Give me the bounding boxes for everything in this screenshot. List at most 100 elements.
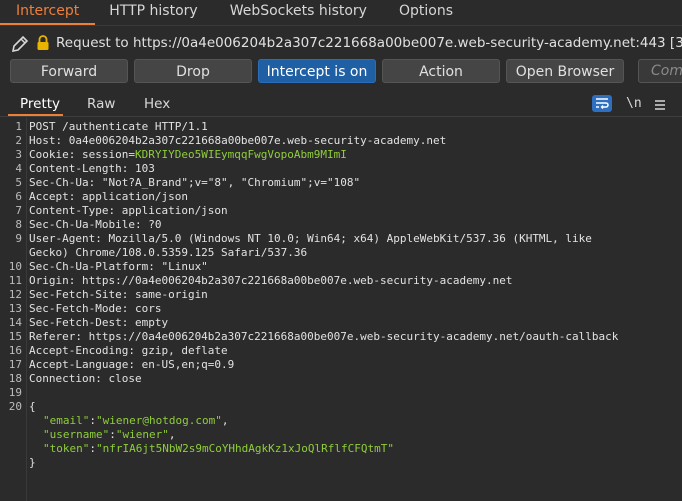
line-number: 19 — [8, 386, 22, 399]
code-line: 15 Referer: https://0a4e006204b2a307c2216… — [0, 330, 682, 344]
line-text: "token":"nfrIA6jt5NbW2s9mCoYHhdAgkKz1xJo… — [43, 442, 394, 455]
line-text: Host: 0a4e006204b2a307c221668a00be007e.w… — [29, 134, 446, 147]
tab-raw[interactable]: Raw — [87, 96, 115, 112]
header-value: 0a4e006204b2a307c221668a00be007e.web-sec… — [68, 134, 447, 147]
code-line: 3 Cookie: session=KDRYIYDeo5WIEymqqFwgVop… — [0, 148, 682, 162]
line-number: 10 — [8, 260, 22, 273]
code-line-wrapped: Gecko) Chrome/108.0.5359.125 Safari/537.… — [0, 246, 682, 260]
code-line: 20 { — [0, 400, 682, 414]
line-text: Sec-Ch-Ua-Mobile: ?0 — [29, 218, 162, 231]
line-text: Accept-Language: en-US,en;q=0.9 — [29, 358, 235, 371]
tab-http-history[interactable]: HTTP history — [95, 0, 213, 23]
line-number: 2 — [15, 134, 22, 147]
line-number: 5 — [15, 176, 22, 189]
action-button[interactable]: Action — [382, 59, 500, 83]
code-line: } — [0, 456, 682, 470]
code-line: 2 Host: 0a4e006204b2a307c221668a00be007e.… — [0, 134, 682, 148]
view-divider — [0, 116, 682, 117]
line-text: Connection: close — [29, 372, 142, 385]
comment-field[interactable]: Comm — [638, 59, 682, 83]
code-line: 8 Sec-Ch-Ua-Mobile: ?0 — [0, 218, 682, 232]
forward-button[interactable]: Forward — [10, 59, 128, 83]
tab-hex[interactable]: Hex — [144, 96, 170, 112]
json-key: "username" — [43, 428, 110, 441]
wrap-lines-icon[interactable] — [592, 95, 612, 112]
lock-icon — [36, 35, 50, 55]
code-line: 14 Sec-Fetch-Dest: empty — [0, 316, 682, 330]
line-text: Content-Length: 103 — [29, 162, 155, 175]
code-line: 7 Content-Type: application/json — [0, 204, 682, 218]
json-value: "wiener@hotdog.com" — [95, 414, 222, 427]
line-text: Accept-Encoding: gzip, deflate — [29, 344, 228, 357]
line-number: 15 — [8, 330, 22, 343]
request-editor[interactable]: 1 POST /authenticate HTTP/1.1 2 Host: 0a4e… — [0, 118, 682, 501]
line-text: "email":"wiener@hotdog.com", — [43, 414, 229, 427]
line-text: Sec-Ch-Ua: "Not?A_Brand";v="8", "Chromiu… — [29, 176, 361, 189]
pencil-icon[interactable] — [10, 34, 30, 56]
line-number: 13 — [8, 302, 22, 315]
json-value: "wiener" — [115, 428, 169, 441]
newline-toggle-icon[interactable]: \n — [626, 96, 642, 111]
json-line: "email":"wiener@hotdog.com", — [0, 414, 682, 428]
line-text: Sec-Ch-Ua-Platform: "Linux" — [29, 260, 208, 273]
tab-pretty[interactable]: Pretty — [20, 96, 60, 112]
header-name: Cookie: session= — [29, 148, 135, 161]
line-number: 17 — [8, 358, 22, 371]
code-line: 9 User-Agent: Mozilla/5.0 (Windows NT 10.… — [0, 232, 682, 246]
line-number: 6 — [15, 190, 22, 203]
intercept-toggle-button[interactable]: Intercept is on — [258, 59, 376, 83]
json-key: "token" — [43, 442, 90, 455]
tab-options[interactable]: Options — [383, 0, 469, 23]
line-number: 8 — [15, 218, 22, 231]
tab-websockets-history[interactable]: WebSockets history — [214, 0, 383, 23]
line-number: 11 — [8, 274, 22, 287]
line-text: "username":"wiener", — [43, 428, 176, 441]
line-text: Sec-Fetch-Dest: empty — [29, 316, 169, 329]
code-line: 6 Accept: application/json — [0, 190, 682, 204]
line-text: Cookie: session=KDRYIYDeo5WIEymqqFwgVopo… — [29, 148, 347, 161]
code-line: 12 Sec-Fetch-Site: same-origin — [0, 288, 682, 302]
cookie-value: KDRYIYDeo5WIEymqqFwgVopoAbm9MImI — [134, 148, 347, 161]
json-value: "nfrIA6jt5NbW2s9mCoYHhdAgkKz1xJoQlRflfCF… — [95, 442, 394, 455]
line-number: 7 — [15, 204, 22, 217]
drop-button[interactable]: Drop — [134, 59, 252, 83]
line-text: Origin: https://0a4e006204b2a307c221668a… — [29, 274, 513, 287]
line-number: 18 — [8, 372, 22, 385]
proxy-tabs: Intercept HTTP history WebSockets histor… — [0, 0, 682, 25]
line-number: 3 — [15, 148, 22, 161]
json-line: "username":"wiener", — [0, 428, 682, 442]
line-number: 1 — [15, 120, 22, 133]
line-text: POST /authenticate HTTP/1.1 — [29, 120, 208, 133]
code-line: 19 — [0, 386, 682, 400]
code-line: 10 Sec-Ch-Ua-Platform: "Linux" — [0, 260, 682, 274]
line-number: 20 — [8, 400, 22, 413]
request-target-bar: Request to https://0a4e006204b2a307c2216… — [0, 32, 682, 56]
line-number: 12 — [8, 288, 22, 301]
code-line: 13 Sec-Fetch-Mode: cors — [0, 302, 682, 316]
line-text: Sec-Fetch-Site: same-origin — [29, 288, 208, 301]
open-browser-button[interactable]: Open Browser — [506, 59, 624, 83]
line-text: Accept: application/json — [29, 190, 188, 203]
json-line: "token":"nfrIA6jt5NbW2s9mCoYHhdAgkKz1xJo… — [0, 442, 682, 456]
line-text: { — [29, 400, 36, 413]
line-text: Gecko) Chrome/108.0.5359.125 Safari/537.… — [29, 246, 308, 259]
line-text: Referer: https://0a4e006204b2a307c221668… — [29, 330, 619, 343]
code-line: 4 Content-Length: 103 — [0, 162, 682, 176]
code-line: 1 POST /authenticate HTTP/1.1 — [0, 120, 682, 134]
line-number: 9 — [15, 232, 22, 245]
message-view-tabs: Pretty Raw Hex — [0, 93, 682, 117]
line-text: } — [29, 456, 36, 469]
tab-intercept[interactable]: Intercept — [0, 0, 96, 25]
code-line: 17 Accept-Language: en-US,en;q=0.9 — [0, 358, 682, 372]
line-number: 4 — [15, 162, 22, 175]
code-line: 18 Connection: close — [0, 372, 682, 386]
code-line: 5 Sec-Ch-Ua: "Not?A_Brand";v="8", "Chromi… — [0, 176, 682, 190]
json-key: "email" — [43, 414, 90, 427]
line-number: 16 — [8, 344, 22, 357]
tabs-divider — [0, 25, 682, 26]
line-text: User-Agent: Mozilla/5.0 (Windows NT 10.0… — [29, 232, 592, 245]
line-text: Sec-Fetch-Mode: cors — [29, 302, 162, 315]
request-url: Request to https://0a4e006204b2a307c2216… — [56, 35, 682, 51]
line-text: Content-Type: application/json — [29, 204, 228, 217]
menu-icon[interactable] — [654, 96, 666, 115]
